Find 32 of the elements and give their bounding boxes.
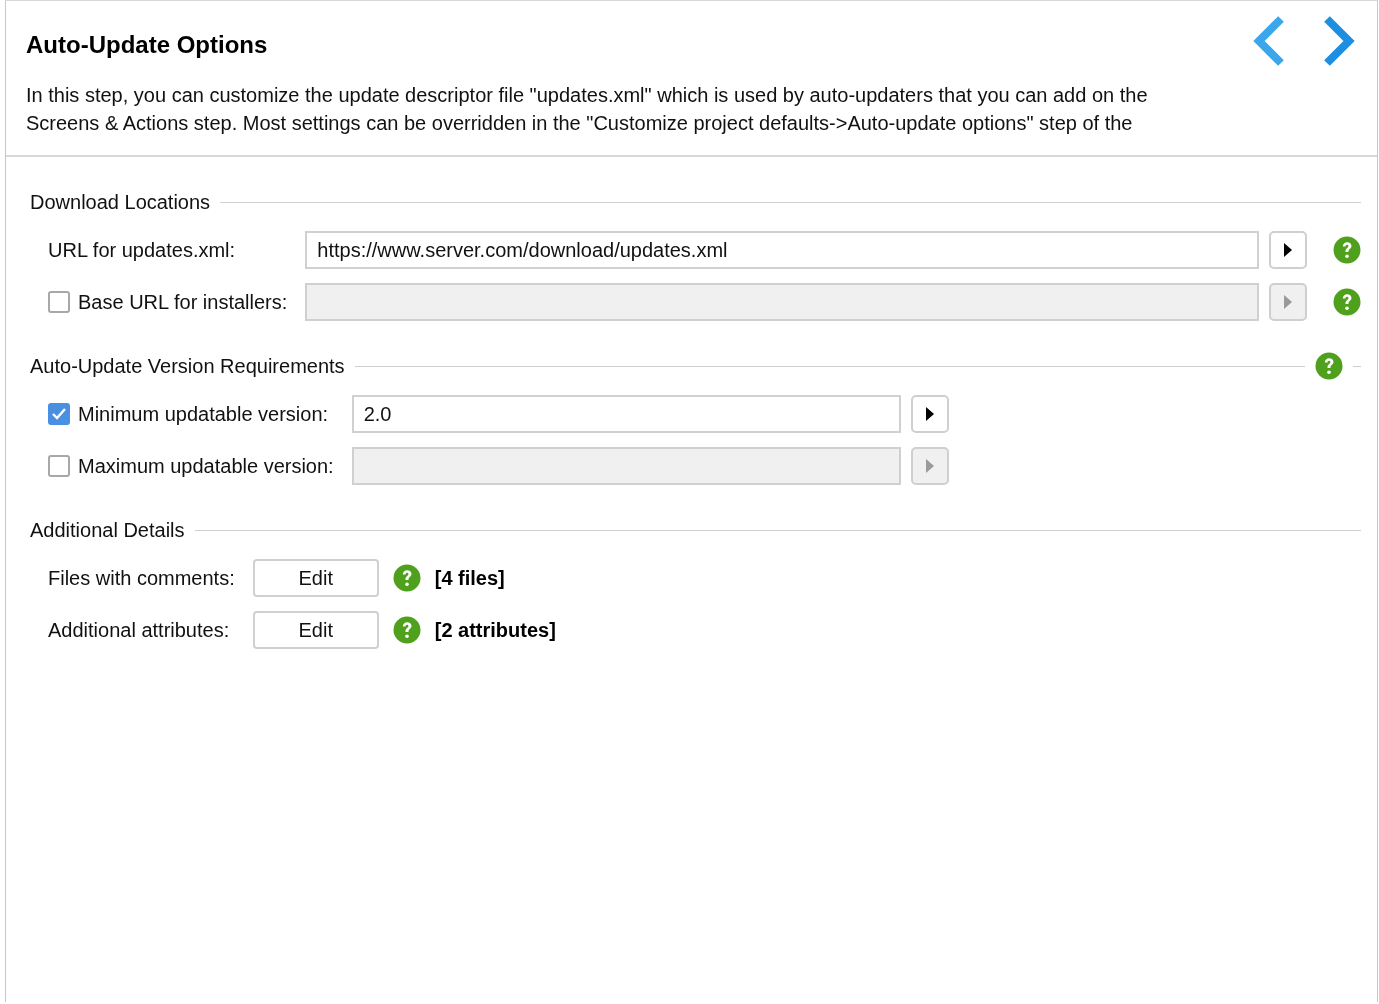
help-icon[interactable] (392, 564, 421, 592)
edit-button[interactable]: Edit (252, 611, 379, 649)
checkmark-icon (51, 407, 67, 421)
play-icon (924, 458, 935, 474)
play-icon (1283, 294, 1293, 310)
field-label: Base URL for installers: (78, 290, 288, 314)
field-label: Minimum updatable version: (78, 402, 329, 426)
text-field[interactable]: https://www.server.com/download/updates.xml (305, 231, 1259, 269)
play-icon (1283, 242, 1293, 258)
page-title: Auto-Update Options (26, 31, 269, 59)
field-label: URL for updates.xml: (48, 238, 236, 262)
arrow-button[interactable] (910, 395, 949, 433)
description-text: In this step, you can customize the update descriptor file "updates.xml" which is used by auto-updaters that you can add on the Screens & Actions step. Most settings can be overridden in the "Customize project defaults->Auto-update options" step of the (26, 83, 1149, 136)
field-label: Files with comments: (48, 566, 235, 590)
count-summary: [2 attributes] (434, 618, 556, 642)
checkbox[interactable] (48, 291, 70, 313)
help-icon[interactable] (392, 616, 421, 644)
help-icon[interactable] (1333, 288, 1361, 316)
checkbox[interactable] (48, 455, 70, 477)
section-title: Download Locations (30, 190, 211, 214)
arrow-button[interactable] (1269, 231, 1307, 269)
help-icon[interactable] (1315, 352, 1343, 380)
text-field[interactable]: 2.0 (351, 395, 901, 433)
section-title: Auto-Update Version Requirements (30, 354, 345, 378)
help-icon[interactable] (1333, 236, 1361, 264)
section-title: Additional Details (30, 518, 185, 542)
edit-button[interactable]: Edit (252, 559, 379, 597)
field-label: Additional attributes: (48, 618, 230, 642)
checkbox[interactable] (48, 403, 70, 425)
count-summary: [4 files] (434, 566, 505, 590)
field-label: Maximum updatable version: (78, 454, 334, 478)
play-icon (924, 406, 935, 422)
